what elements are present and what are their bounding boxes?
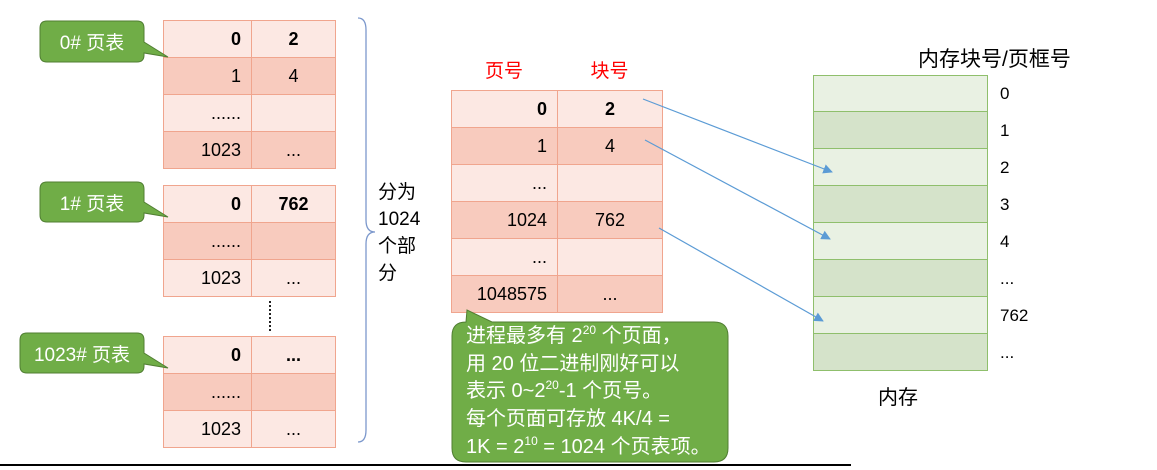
note-line: 用 20 位二进制刚好可以	[466, 351, 724, 379]
memory-block-labels: 0 1 2 3 4 ... 762 ...	[1000, 75, 1028, 371]
memory-block-label: ...	[1000, 269, 1015, 288]
split-count-line: 分	[378, 263, 398, 284]
note-line: 每个页面可存放 4K/4 =	[466, 406, 724, 434]
note-superscript: 10	[524, 433, 538, 448]
memory-block-label: 762	[1000, 306, 1029, 325]
memory-block-label: 1	[1000, 121, 1010, 140]
split-count-line: 个部	[378, 236, 417, 257]
note-line: 表示 0~220-1 个页号。	[466, 378, 724, 406]
frame-number-header: 块号	[590, 61, 629, 82]
right-brace	[357, 17, 376, 443]
memory-block-label: 3	[1000, 195, 1010, 214]
note-line: 进程最多有 220 个页面，	[466, 323, 724, 351]
note-text-segment: = 1024 个页表项。	[537, 435, 711, 458]
note-text-segment: 每个页面可存放 4K/4 =	[466, 408, 670, 431]
callout-label-table-1023: 1023# 页表	[33, 344, 131, 366]
memory-block-label: 0	[1000, 84, 1010, 103]
note-text: 进程最多有 220 个页面， 用 20 位二进制刚好可以 表示 0~220-1 …	[466, 323, 724, 461]
split-count-line: 分为	[378, 182, 417, 203]
memory-block-label: 2	[1000, 158, 1010, 177]
mapping-arrow-page-1024	[658, 227, 824, 322]
note-text-segment: 1K = 2	[466, 435, 525, 458]
callout-label-table-0: 0# 页表	[59, 33, 125, 54]
note-superscript: 20	[545, 378, 559, 393]
note-text-segment: 表示 0~2	[466, 380, 546, 403]
split-count-label: 分为 1024 个部 分	[378, 179, 420, 287]
page-number-header: 页号	[484, 61, 523, 82]
note-text-segment: 进程最多有 2	[466, 325, 583, 347]
split-count-line: 1024	[378, 209, 421, 230]
memory-frame-title: 内存块号/页框号	[918, 48, 1071, 71]
note-text-segment: -1 个页号。	[558, 380, 663, 403]
note-text-segment: 个页面，	[596, 325, 682, 347]
note-line: 1K = 210 = 1024 个页表项。	[466, 434, 724, 462]
memory-block-label: 4	[1000, 232, 1010, 251]
mapping-arrow-page-0	[642, 98, 833, 174]
mapping-arrow-page-1	[644, 139, 831, 240]
page-table-diagram: 0 2 1 4 ...... 1023 ... 0 762 ...... 102…	[0, 0, 1157, 470]
note-text-segment: 用 20 位二进制刚好可以	[466, 352, 680, 375]
memory-block-label: ...	[1000, 343, 1015, 362]
callout-label-table-1: 1# 页表	[59, 193, 125, 215]
note-superscript: 20	[582, 323, 597, 337]
memory-caption: 内存	[878, 387, 918, 409]
